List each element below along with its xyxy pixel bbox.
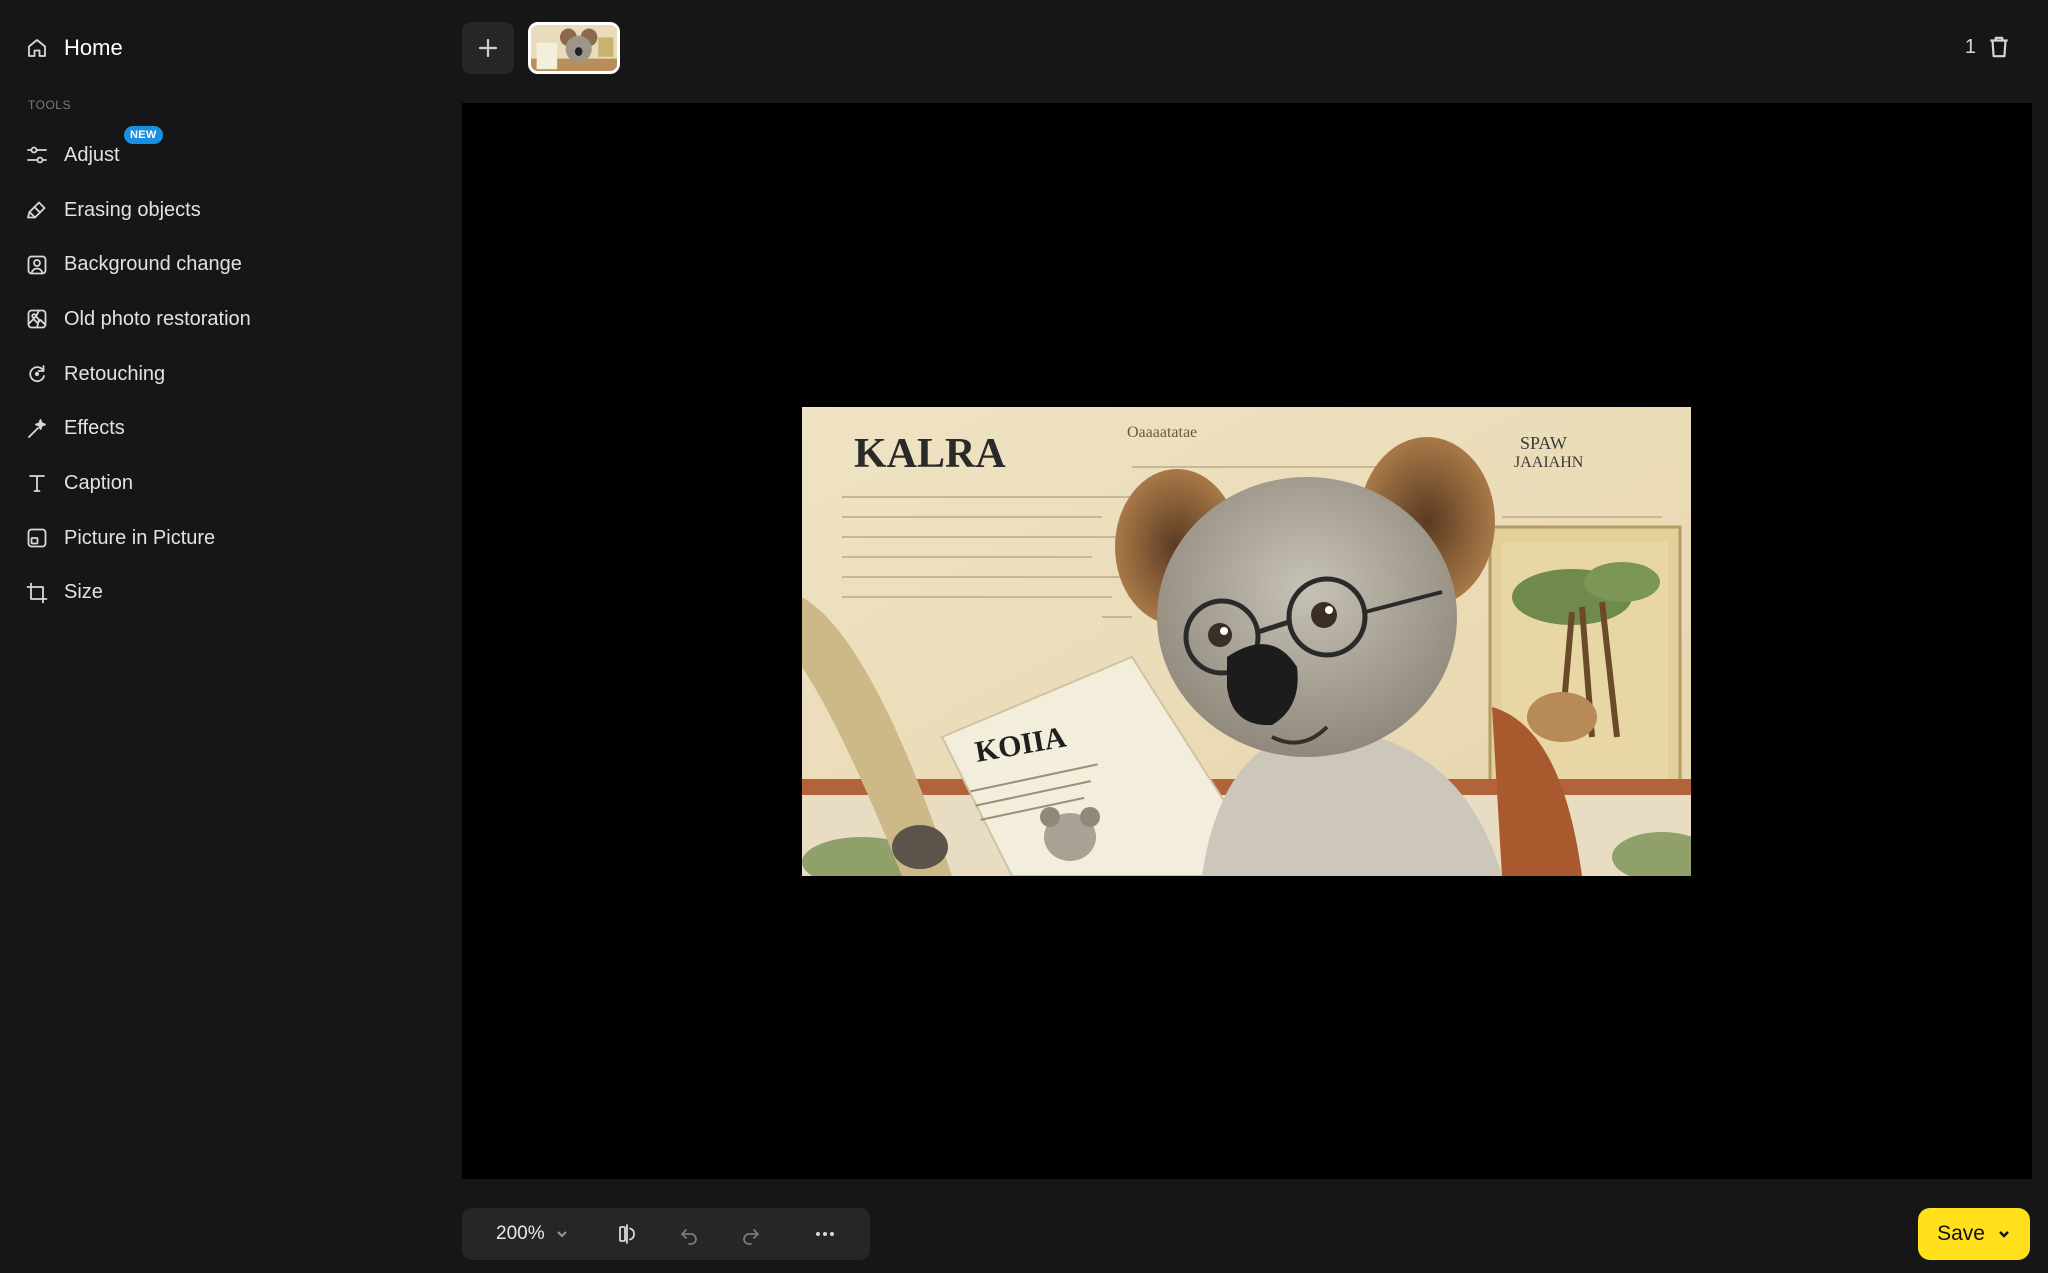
bottom-toolbar: 200% — [462, 1208, 870, 1260]
redo-button[interactable] — [729, 1212, 773, 1256]
compare-icon — [618, 1224, 635, 1244]
sidebar-item-effects[interactable]: Effects — [24, 401, 434, 456]
tools-section-label: TOOLS — [28, 98, 71, 112]
sidebar: Home TOOLS Adjust NEW Erasing objects Ba… — [0, 0, 462, 1273]
eraser-icon — [24, 197, 50, 223]
sidebar-item-erasing-objects[interactable]: Erasing objects — [24, 183, 434, 238]
more-icon — [815, 1232, 834, 1236]
image-count: 1 — [1964, 36, 1976, 58]
sidebar-item-retouching[interactable]: Retouching — [24, 347, 434, 402]
new-badge: NEW — [124, 126, 163, 144]
text-icon — [24, 470, 50, 496]
koala-illustration: KALRA Oaaaatatae SPAW JAAIAHN KOIIA — [802, 407, 1691, 876]
artwork-side-text-1: SPAW — [1520, 433, 1567, 453]
crop-icon — [24, 580, 50, 606]
app-window: Home TOOLS Adjust NEW Erasing objects Ba… — [0, 0, 2048, 1273]
sidebar-item-label: Erasing objects — [64, 198, 201, 221]
trash-icon — [1990, 36, 2008, 58]
chevron-down-icon — [1999, 1231, 2009, 1238]
chevron-down-icon — [556, 1231, 567, 1238]
koala-image[interactable]: KALRA Oaaaatatae SPAW JAAIAHN KOIIA — [802, 407, 1691, 876]
sidebar-item-adjust[interactable]: Adjust NEW — [24, 126, 434, 183]
save-button[interactable]: Save — [1918, 1208, 2030, 1260]
delete-button[interactable] — [1986, 34, 2014, 62]
sidebar-item-size[interactable]: Size — [24, 566, 434, 621]
zoom-value: 200% — [496, 1223, 545, 1244]
zoom-select[interactable]: 200% — [496, 1223, 569, 1245]
save-label: Save — [1937, 1222, 1985, 1245]
artwork-top-text: Oaaaatatae — [1127, 424, 1197, 441]
more-options-button[interactable] — [803, 1212, 847, 1256]
sidebar-item-label: Caption — [64, 471, 133, 494]
pip-icon — [24, 525, 50, 551]
home-link[interactable]: Home — [24, 30, 123, 66]
editor-canvas[interactable]: KALRA Oaaaatatae SPAW JAAIAHN KOIIA — [462, 103, 2032, 1179]
add-image-button[interactable] — [462, 22, 514, 74]
sidebar-item-label: Old photo restoration — [64, 307, 251, 330]
image-restore-icon — [24, 306, 50, 332]
portrait-icon — [24, 252, 50, 278]
redo-icon — [742, 1229, 759, 1245]
sidebar-item-picture-in-picture[interactable]: Picture in Picture — [24, 511, 434, 566]
image-thumbnail[interactable] — [528, 22, 620, 74]
sidebar-item-label: Effects — [64, 417, 125, 440]
sidebar-item-label: Adjust — [64, 143, 120, 166]
home-label: Home — [64, 35, 123, 60]
sparkle-icon — [24, 416, 50, 442]
tools-list: Adjust NEW Erasing objects Background ch… — [24, 126, 434, 621]
sliders-icon — [24, 142, 50, 168]
sidebar-item-label: Size — [64, 581, 103, 604]
sidebar-item-old-photo-restoration[interactable]: Old photo restoration — [24, 292, 434, 347]
plus-icon — [478, 38, 498, 58]
home-icon — [24, 35, 50, 61]
undo-button[interactable] — [667, 1212, 711, 1256]
sidebar-item-label: Background change — [64, 253, 242, 276]
undo-icon — [680, 1229, 697, 1245]
sidebar-item-caption[interactable]: Caption — [24, 456, 434, 511]
retouch-icon — [24, 361, 50, 387]
compare-button[interactable] — [605, 1212, 649, 1256]
koala-thumbnail-image — [531, 25, 617, 71]
artwork-headline: KALRA — [854, 431, 1006, 477]
artwork-side-text-2: JAAIAHN — [1514, 454, 1584, 471]
sidebar-item-label: Picture in Picture — [64, 526, 216, 549]
sidebar-item-label: Retouching — [64, 362, 166, 385]
sidebar-item-background-change[interactable]: Background change — [24, 237, 434, 292]
